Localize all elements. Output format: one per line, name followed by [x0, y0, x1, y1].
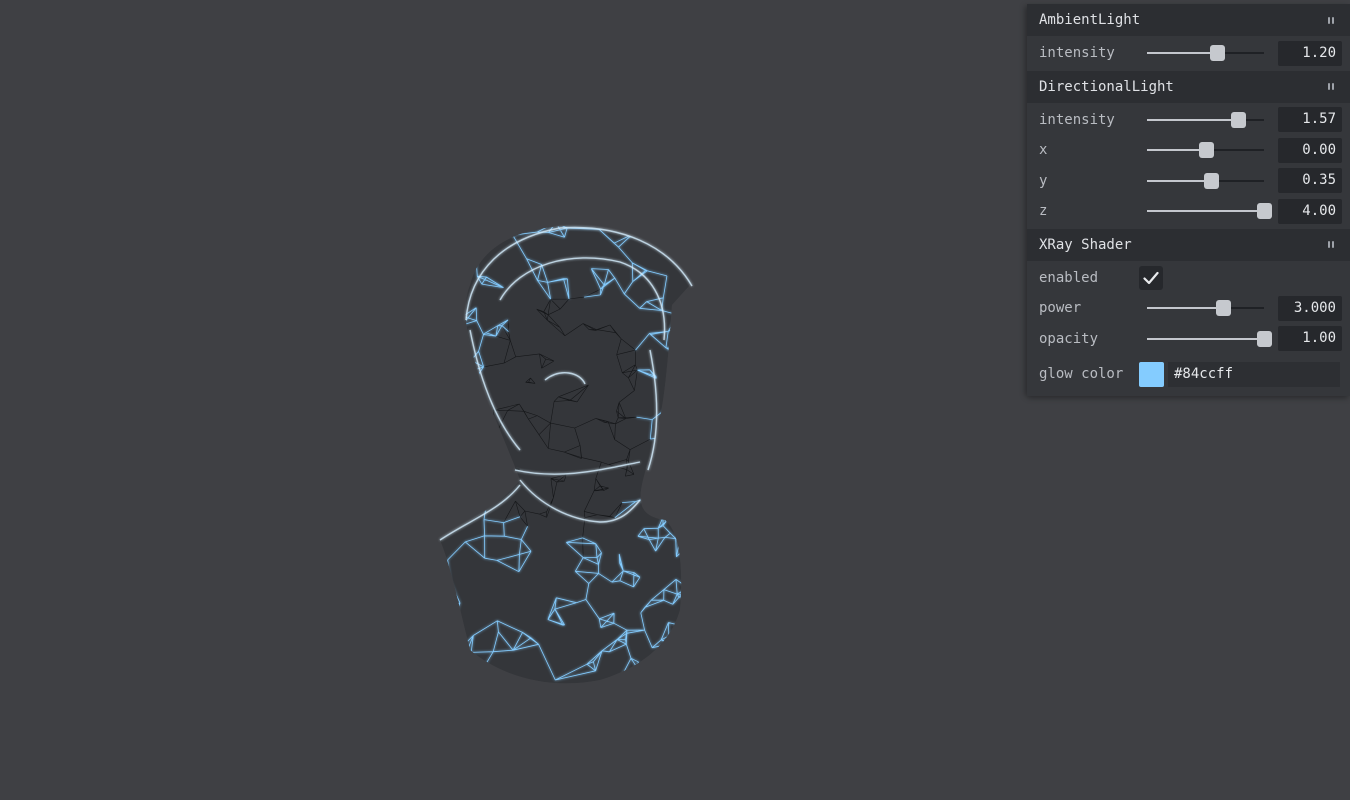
directional-x-input[interactable]: 0.00 [1278, 137, 1342, 163]
directional-intensity-input[interactable]: 1.57 [1278, 107, 1342, 133]
control-label: intensity [1039, 45, 1115, 62]
enabled-checkbox[interactable] [1139, 265, 1163, 290]
control-xray-enabled: enabled [1027, 263, 1346, 294]
folder-body-xray: enabled power 3.000 opacity 1.00 glow co… [1027, 260, 1350, 396]
opacity-input[interactable]: 1.00 [1278, 326, 1342, 352]
power-input[interactable]: 3.000 [1278, 295, 1342, 321]
opacity-slider[interactable] [1147, 329, 1272, 349]
slider-knob[interactable] [1216, 300, 1232, 317]
folder-title-directional: DirectionalLight [1039, 78, 1174, 95]
controls-panel: AmbientLight intensity 1.20 DirectionalL… [1027, 4, 1350, 396]
collapse-icon[interactable] [1326, 15, 1336, 25]
slider-knob[interactable] [1203, 172, 1219, 189]
xray-bust-model [440, 225, 690, 684]
collapse-icon[interactable] [1326, 240, 1336, 250]
control-xray-opacity: opacity 1.00 [1027, 324, 1346, 355]
folder-title-xray: XRay Shader [1039, 236, 1132, 253]
control-xray-glow-color: glow color #84ccff [1027, 354, 1346, 394]
power-slider[interactable] [1147, 298, 1264, 318]
directional-z-slider[interactable] [1147, 201, 1272, 221]
slider-knob[interactable] [1198, 142, 1214, 159]
folder-body-directional: intensity 1.57 x 0.00 y 0.35 z 4.00 [1027, 102, 1350, 229]
directional-x-slider[interactable] [1147, 140, 1264, 160]
directional-y-input[interactable]: 0.35 [1278, 168, 1342, 194]
control-label: x [1039, 142, 1048, 159]
control-ambient-intensity: intensity 1.20 [1027, 38, 1346, 69]
directional-intensity-slider[interactable] [1147, 110, 1264, 130]
directional-z-input[interactable]: 4.00 [1278, 198, 1342, 224]
slider-knob[interactable] [1257, 330, 1272, 347]
control-directional-x: x 0.00 [1027, 135, 1346, 166]
control-directional-z: z 4.00 [1027, 196, 1346, 227]
glow-color-swatch[interactable] [1139, 361, 1164, 387]
check-icon [1143, 271, 1159, 284]
folder-body-ambient: intensity 1.20 [1027, 36, 1350, 71]
ambient-intensity-slider[interactable] [1147, 43, 1264, 63]
collapse-icon[interactable] [1326, 82, 1336, 92]
slider-knob[interactable] [1257, 203, 1272, 220]
control-label: z [1039, 203, 1048, 220]
control-directional-y: y 0.35 [1027, 166, 1346, 197]
folder-xray-shader[interactable]: XRay Shader [1027, 228, 1350, 261]
folder-title-ambient: AmbientLight [1039, 12, 1141, 28]
control-label: enabled [1039, 269, 1099, 286]
folder-directional-light[interactable]: DirectionalLight [1027, 70, 1350, 103]
control-xray-power: power 3.000 [1027, 293, 1346, 324]
slider-knob[interactable] [1210, 45, 1226, 62]
ambient-intensity-input[interactable]: 1.20 [1278, 40, 1342, 66]
folder-ambient-light[interactable]: AmbientLight [1027, 4, 1350, 36]
directional-y-slider[interactable] [1147, 171, 1264, 191]
control-directional-intensity: intensity 1.57 [1027, 105, 1346, 136]
control-label: y [1039, 172, 1048, 189]
control-label: opacity [1039, 330, 1099, 347]
control-label: glow color [1039, 366, 1124, 382]
control-label: power [1039, 300, 1082, 317]
slider-knob[interactable] [1231, 111, 1247, 128]
glow-color-input[interactable]: #84ccff [1168, 361, 1340, 387]
control-label: intensity [1039, 111, 1115, 128]
